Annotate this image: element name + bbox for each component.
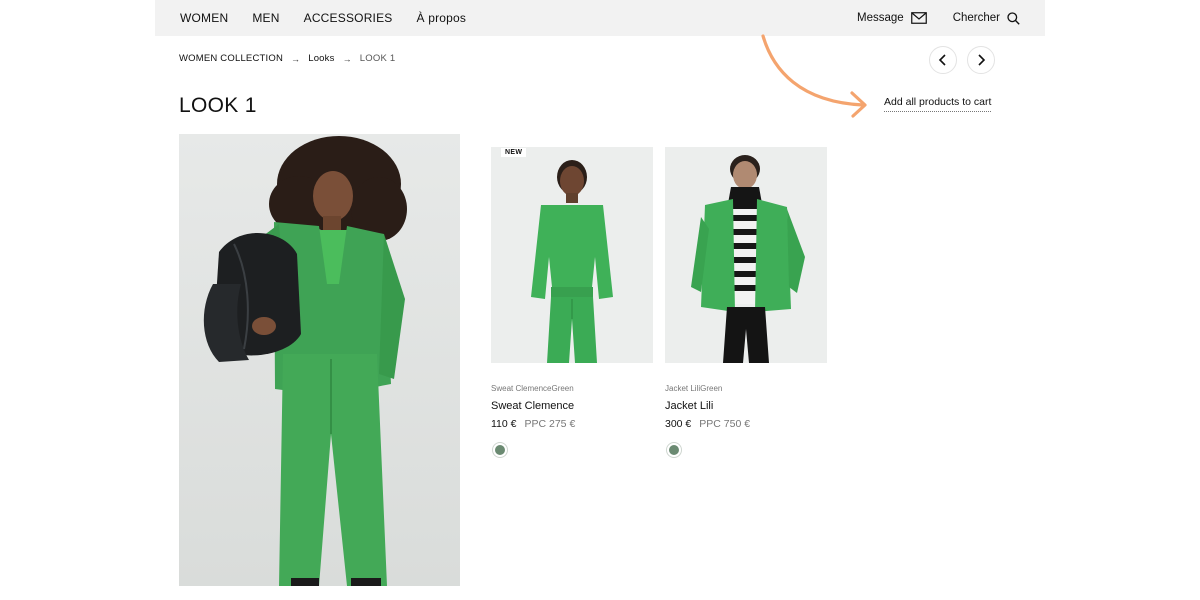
add-all-to-cart-link[interactable]: Add all products to cart bbox=[884, 96, 992, 112]
nav-item-accessories[interactable]: ACCESSORIES bbox=[304, 11, 393, 25]
product-subtitle: Sweat ClemenceGreen bbox=[491, 384, 574, 393]
product-name[interactable]: Jacket Lili bbox=[665, 400, 827, 412]
search-label: Chercher bbox=[952, 12, 1000, 24]
breadcrumb: WOMEN COLLECTION → Looks → LOOK 1 bbox=[179, 53, 395, 64]
nav-item-about[interactable]: À propos bbox=[417, 11, 467, 25]
next-look-button[interactable] bbox=[967, 46, 995, 74]
product-card[interactable]: NEW Sweat ClemenceGreen Sweat Clemence 1… bbox=[491, 147, 653, 457]
page-title: LOOK 1 bbox=[179, 94, 257, 117]
top-navigation-bar: WOMEN MEN ACCESSORIES À propos Message C… bbox=[155, 0, 1045, 36]
product-price: 110 € bbox=[491, 418, 517, 430]
look-main-image bbox=[179, 134, 460, 586]
annotation-arrow-icon bbox=[761, 34, 867, 118]
primary-nav: WOMEN MEN ACCESSORIES À propos bbox=[180, 11, 466, 25]
color-swatch-green[interactable] bbox=[667, 443, 681, 457]
product-image[interactable]: NEW bbox=[491, 147, 653, 363]
chevron-left-icon bbox=[938, 54, 946, 66]
new-badge: NEW bbox=[501, 148, 527, 157]
previous-look-button[interactable] bbox=[929, 46, 957, 74]
product-price-row: 110 € PPC 275 € bbox=[491, 418, 653, 430]
product-subtitle: Jacket LiliGreen bbox=[665, 384, 723, 393]
chevron-right-icon bbox=[978, 54, 986, 66]
search-button[interactable]: Chercher bbox=[952, 11, 1020, 25]
message-button[interactable]: Message bbox=[857, 12, 927, 24]
breadcrumb-current: LOOK 1 bbox=[359, 53, 396, 64]
product-ppc-price: PPC 275 € bbox=[524, 418, 576, 430]
envelope-icon bbox=[910, 12, 927, 24]
message-label: Message bbox=[857, 12, 904, 24]
product-ppc-price: PPC 750 € bbox=[699, 418, 751, 430]
nav-actions: Message Chercher bbox=[857, 11, 1020, 25]
search-icon bbox=[1007, 11, 1020, 25]
color-swatch-green[interactable] bbox=[493, 443, 507, 457]
product-card[interactable]: Jacket LiliGreen Jacket Lili 300 € PPC 7… bbox=[665, 147, 827, 457]
breadcrumb-separator: → bbox=[342, 53, 352, 64]
product-price-row: 300 € PPC 750 € bbox=[665, 418, 827, 430]
breadcrumb-looks[interactable]: Looks bbox=[308, 53, 334, 64]
product-name[interactable]: Sweat Clemence bbox=[491, 400, 653, 412]
breadcrumb-women-collection[interactable]: WOMEN COLLECTION bbox=[179, 53, 283, 64]
product-price: 300 € bbox=[665, 418, 692, 430]
nav-item-women[interactable]: WOMEN bbox=[180, 11, 228, 25]
product-image[interactable] bbox=[665, 147, 827, 363]
look-pager bbox=[929, 46, 995, 74]
breadcrumb-separator: → bbox=[291, 53, 301, 64]
nav-item-men[interactable]: MEN bbox=[252, 11, 279, 25]
